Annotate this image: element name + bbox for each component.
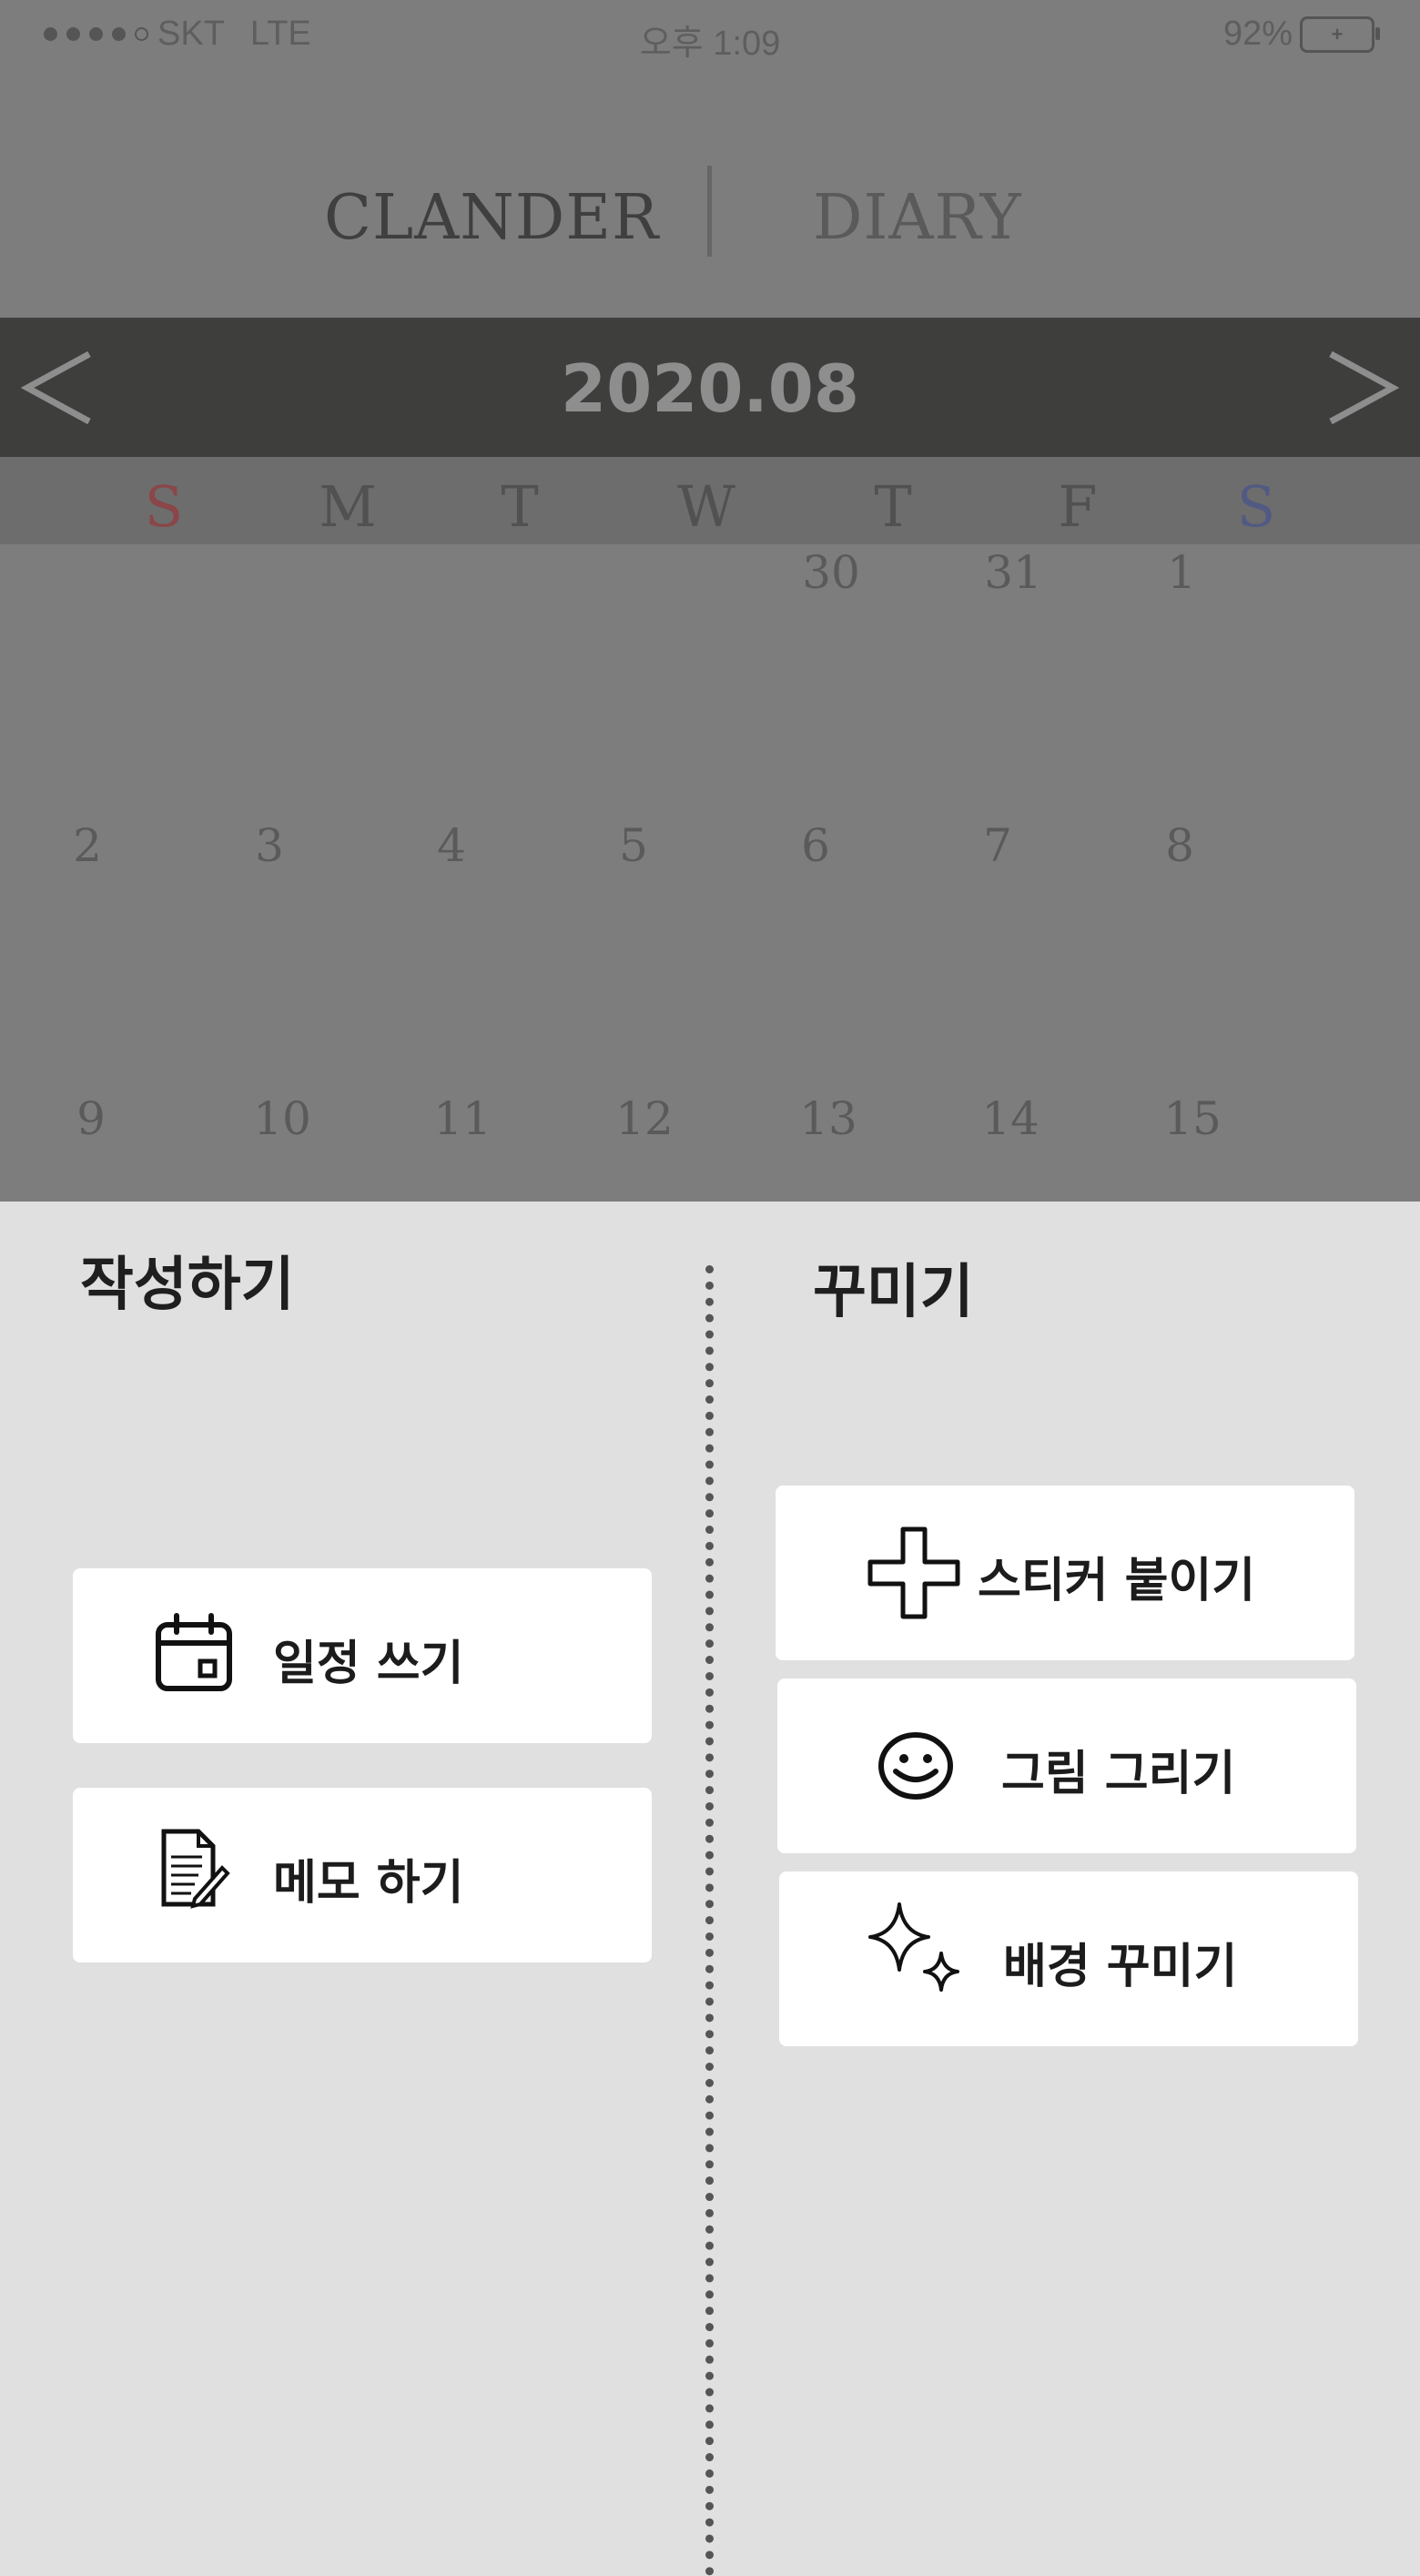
decorate-background-button[interactable]: 배경 꾸미기 — [779, 1871, 1358, 2046]
sparkle-icon — [868, 1902, 959, 1992]
calendar-day[interactable]: 30 — [776, 546, 886, 599]
write-schedule-button[interactable]: 일정 쓰기 — [73, 1568, 652, 1743]
decorate-background-label: 배경 꾸미기 — [1003, 1940, 1238, 1994]
calendar-day[interactable]: 15 — [1138, 1092, 1247, 1145]
tab-divider — [707, 166, 712, 257]
calendar-day[interactable]: 3 — [215, 819, 324, 872]
status-time: 오후 1:09 — [639, 25, 781, 63]
write-section-title: 작성하기 — [80, 1252, 295, 1319]
month-title: 2020.08 — [561, 350, 859, 427]
add-sticker-label: 스티커 붙이기 — [978, 1554, 1256, 1608]
calendar-day[interactable]: 2 — [33, 819, 142, 872]
calendar-day[interactable]: 14 — [956, 1092, 1065, 1145]
calendar-day[interactable]: 5 — [579, 819, 688, 872]
battery-status: 92% + — [1222, 15, 1380, 54]
status-bar: SKT LTE 오후 1:09 92% + — [0, 0, 1420, 73]
calendar-day[interactable]: 7 — [943, 819, 1052, 872]
battery-percent: 92% — [1222, 15, 1293, 53]
weekday-friday: F — [1058, 473, 1098, 540]
calendar-day[interactable]: 12 — [590, 1092, 699, 1145]
calendar-day[interactable]: 10 — [228, 1092, 337, 1145]
tab-calendar[interactable]: CLANDER — [324, 182, 659, 254]
smiley-icon — [878, 1732, 953, 1800]
calendar-day[interactable]: 8 — [1125, 819, 1234, 872]
calendar-day[interactable]: 9 — [36, 1092, 146, 1145]
draw-picture-label: 그림 그리기 — [1001, 1747, 1236, 1801]
top-tabs: CLANDER DIARY — [0, 155, 1420, 273]
weekday-sunday: S — [144, 473, 184, 540]
calendar-day[interactable]: 11 — [408, 1092, 517, 1145]
weekday-header: S M T W T F S — [0, 457, 1420, 544]
write-memo-button[interactable]: 메모 하기 — [73, 1788, 652, 1962]
write-schedule-label: 일정 쓰기 — [273, 1637, 464, 1691]
action-sheet: 작성하기 꾸미기 일정 쓰기 메모 하기 스티커 붙이기 그림 그리기 배경 꾸… — [0, 1202, 1420, 2576]
calendar-day[interactable]: 4 — [397, 819, 506, 872]
calendar-day[interactable]: 6 — [761, 819, 870, 872]
plus-icon — [867, 1526, 960, 1619]
chevron-right-icon[interactable] — [1320, 347, 1402, 429]
tab-diary[interactable]: DIARY — [813, 182, 1022, 254]
battery-icon: + — [1300, 15, 1380, 53]
weekday-tuesday: T — [501, 473, 539, 540]
draw-picture-button[interactable]: 그림 그리기 — [777, 1678, 1356, 1853]
dimmed-calendar-background: SKT LTE 오후 1:09 92% + CLANDER DIARY 2020… — [0, 0, 1420, 1202]
calendar-day[interactable]: 1 — [1127, 546, 1236, 599]
add-sticker-button[interactable]: 스티커 붙이기 — [776, 1486, 1354, 1660]
weekday-monday: M — [319, 473, 377, 540]
month-header: 2020.08 — [0, 318, 1420, 457]
calendar-day[interactable]: 13 — [774, 1092, 883, 1145]
weekday-thursday: T — [874, 473, 912, 540]
memo-icon — [161, 1829, 230, 1909]
decorate-section-title: 꾸미기 — [813, 1259, 974, 1326]
write-memo-label: 메모 하기 — [273, 1856, 464, 1911]
calendar-day[interactable]: 31 — [958, 546, 1068, 599]
weekday-wednesday: W — [677, 473, 735, 540]
section-divider — [705, 1265, 714, 2576]
calendar-icon — [156, 1613, 232, 1691]
weekday-saturday: S — [1236, 473, 1276, 540]
